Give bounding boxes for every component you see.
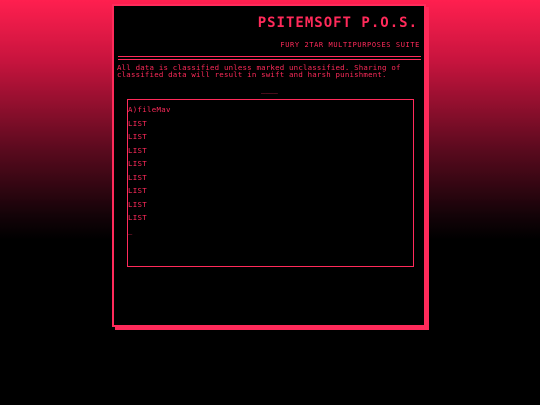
terminal-window: PSITEMSOFT P.O.S. FURY 2TAR MULTIPURPOSE… <box>112 4 426 327</box>
menu-panel: A)fileMav LIST LIST LIST LIST LIST LIST … <box>127 99 414 267</box>
header-divider <box>118 56 421 60</box>
menu-item-list[interactable]: LIST <box>128 213 147 222</box>
menu-item-list[interactable]: LIST <box>128 186 147 195</box>
menu-item-list[interactable]: LIST <box>128 132 147 141</box>
text-cursor: _ <box>128 227 133 235</box>
terminal-subtitle: FURY 2TAR MULTIPURPOSES SUITE <box>280 41 420 49</box>
menu-item-list[interactable]: LIST <box>128 173 147 182</box>
menu-item-filemav[interactable]: A)fileMav <box>128 105 171 114</box>
section-divider: ____ <box>261 86 278 94</box>
menu-item-list[interactable]: LIST <box>128 146 147 155</box>
terminal-title: PSITEMSOFT P.O.S. <box>257 15 418 31</box>
notice-line-2: classified data will result in swift and… <box>117 70 387 79</box>
menu-item-list[interactable]: LIST <box>128 119 147 128</box>
menu-item-list[interactable]: LIST <box>128 159 147 168</box>
classification-notice: All data is classified unless marked unc… <box>117 64 423 78</box>
menu-item-list[interactable]: LIST <box>128 200 147 209</box>
